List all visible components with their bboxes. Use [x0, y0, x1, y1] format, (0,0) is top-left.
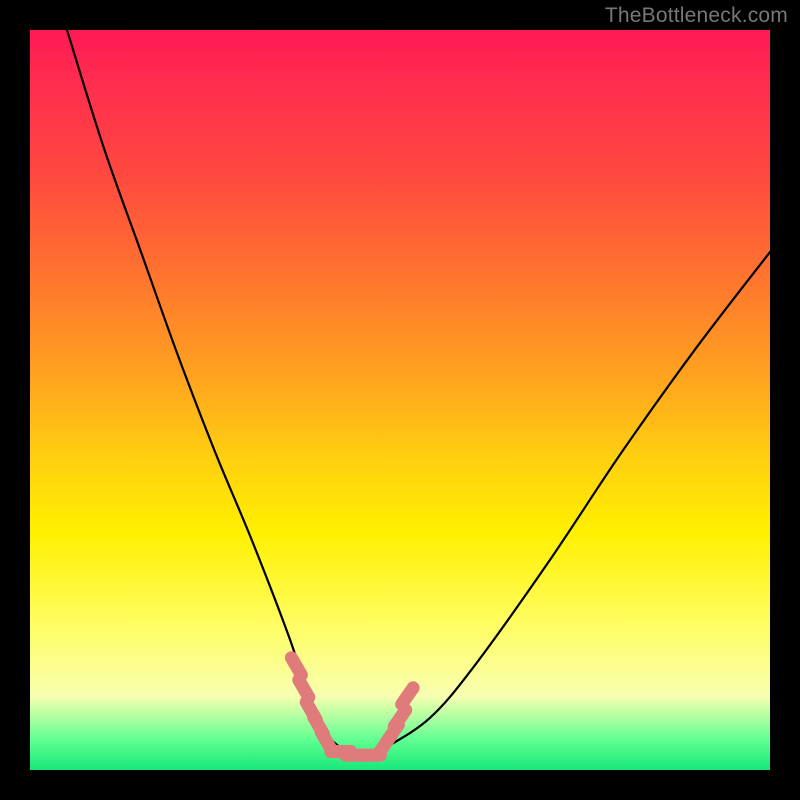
bottleneck-curve [67, 30, 770, 756]
plot-area [30, 30, 770, 770]
optimal-zone-markers [291, 658, 413, 755]
curve-svg [30, 30, 770, 770]
optimal-marker [299, 680, 309, 697]
optimal-marker [291, 658, 301, 675]
chart-frame: TheBottleneck.com [0, 0, 800, 800]
optimal-marker [402, 688, 413, 704]
watermark-text: TheBottleneck.com [605, 4, 788, 28]
